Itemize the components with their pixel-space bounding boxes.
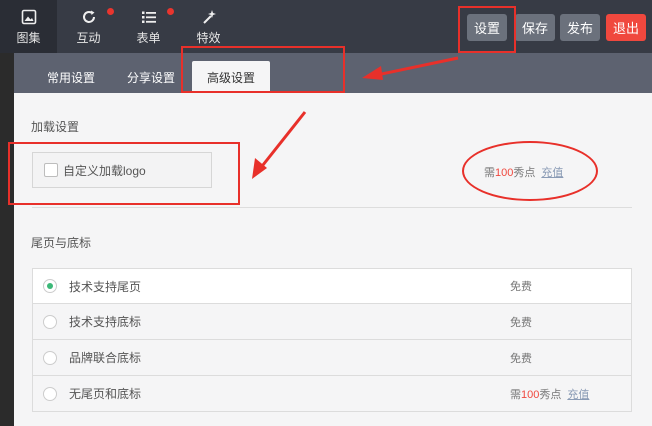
annotation-arrows: [252, 56, 459, 179]
arrow-line: [371, 56, 459, 78]
arrow-head: [362, 66, 383, 80]
arrow-line: [257, 111, 307, 171]
